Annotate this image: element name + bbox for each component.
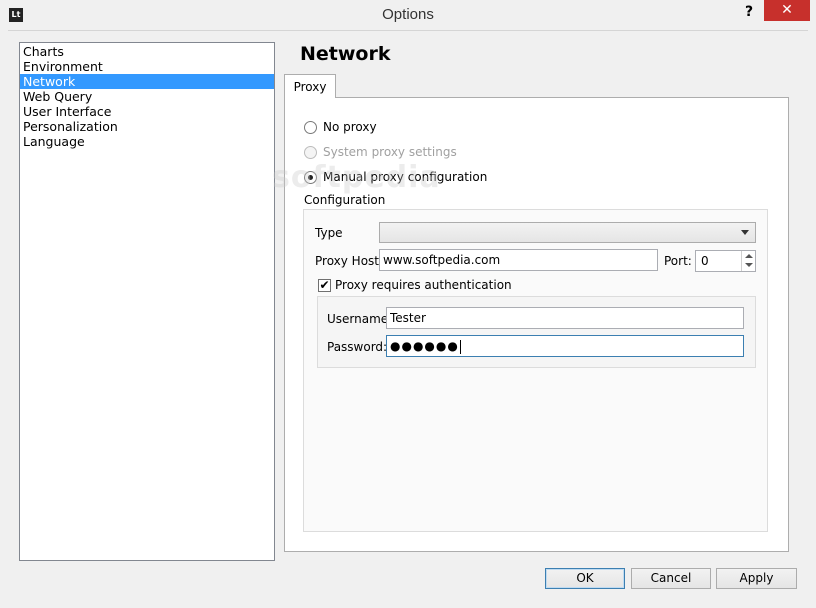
password-value: ●●●●●●	[390, 339, 459, 353]
system-proxy-label: System proxy settings	[323, 145, 457, 159]
auth-required-option[interactable]: ✔ Proxy requires authentication	[318, 278, 512, 292]
manual-proxy-label: Manual proxy configuration	[323, 170, 488, 184]
port-increment-button[interactable]	[742, 251, 755, 261]
proxy-host-input[interactable]	[379, 249, 658, 271]
cancel-button[interactable]: Cancel	[631, 568, 711, 589]
password-label: Password:	[327, 340, 388, 354]
title-bar: Lt Options ? ✕	[0, 0, 816, 30]
nav-item-charts[interactable]: Charts	[20, 44, 274, 59]
ok-button[interactable]: OK	[545, 568, 625, 589]
help-button[interactable]: ?	[740, 2, 758, 22]
username-input[interactable]	[386, 307, 744, 329]
nav-item-environment[interactable]: Environment	[20, 59, 274, 74]
proxy-type-dropdown[interactable]	[379, 222, 756, 243]
auth-required-checkbox[interactable]: ✔	[318, 278, 331, 292]
manual-proxy-option[interactable]: Manual proxy configuration	[304, 169, 487, 185]
manual-proxy-radio[interactable]	[304, 170, 317, 184]
nav-item-web-query[interactable]: Web Query	[20, 89, 274, 104]
nav-item-personalization[interactable]: Personalization	[20, 119, 274, 134]
window-title: Options	[382, 6, 434, 23]
configuration-label: Configuration	[304, 193, 386, 207]
port-value: 0	[701, 254, 709, 268]
proxy-host-label: Proxy Host:	[315, 254, 384, 268]
chevron-down-icon	[741, 230, 749, 235]
page-title: Network	[300, 43, 391, 65]
close-button[interactable]: ✕	[764, 0, 810, 21]
apply-button[interactable]: Apply	[716, 568, 797, 589]
text-caret	[459, 339, 461, 354]
no-proxy-option[interactable]: No proxy	[304, 119, 377, 135]
port-decrement-button[interactable]	[742, 261, 755, 271]
system-proxy-radio	[304, 145, 317, 159]
type-label: Type	[315, 226, 343, 240]
nav-item-language[interactable]: Language	[20, 134, 274, 149]
auth-required-label: Proxy requires authentication	[335, 278, 512, 292]
tab-proxy[interactable]: Proxy	[284, 74, 336, 98]
username-label: Username:	[327, 312, 393, 326]
no-proxy-radio[interactable]	[304, 120, 317, 134]
password-input[interactable]: ●●●●●●	[386, 335, 744, 357]
nav-item-user-interface[interactable]: User Interface	[20, 104, 274, 119]
radio-selected-dot	[308, 174, 313, 180]
port-label: Port:	[664, 254, 692, 268]
system-proxy-option: System proxy settings	[304, 144, 457, 160]
category-list[interactable]: Charts Environment Network Web Query Use…	[19, 42, 275, 561]
nav-item-network[interactable]: Network	[20, 74, 274, 89]
port-spinbox[interactable]: 0	[695, 250, 756, 272]
no-proxy-label: No proxy	[323, 120, 377, 134]
